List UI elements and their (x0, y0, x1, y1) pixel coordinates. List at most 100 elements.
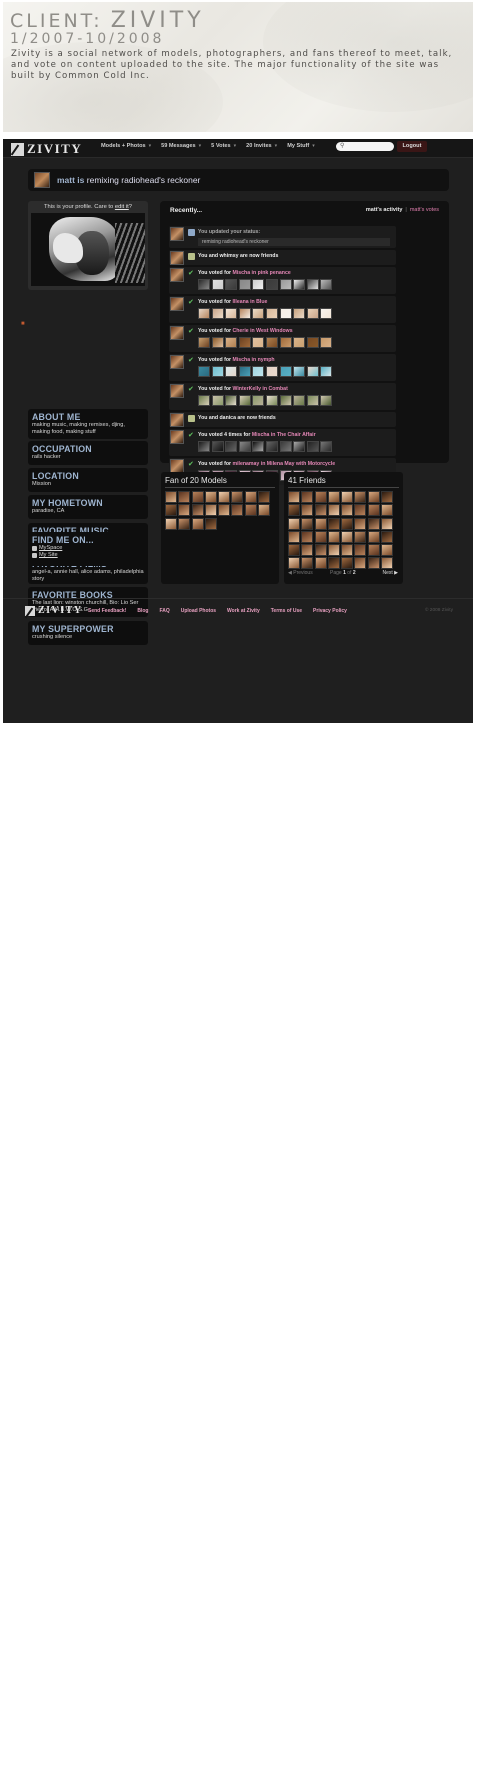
photo-thumbnail[interactable] (320, 308, 333, 319)
avatar[interactable] (170, 413, 184, 427)
friend-thumbnail[interactable] (354, 504, 367, 517)
model-thumbnail[interactable] (178, 517, 191, 530)
avatar[interactable] (170, 268, 184, 282)
model-thumbnail[interactable] (244, 491, 257, 503)
friend-thumbnail[interactable] (327, 517, 340, 530)
photo-thumbnail[interactable] (279, 441, 292, 452)
zivity-logo[interactable]: ZIVITY (11, 141, 82, 156)
previous-page-button[interactable]: ◀ Previous (288, 570, 313, 576)
voted-model-link[interactable]: Mischa in The Chair Affair (252, 432, 316, 438)
photo-thumbnail[interactable] (198, 308, 210, 319)
photo-thumbnail[interactable] (252, 395, 265, 406)
photo-thumbnail[interactable] (320, 395, 333, 406)
friend-thumbnail[interactable] (367, 504, 380, 517)
photo-thumbnail[interactable] (211, 337, 224, 348)
friend-thumbnail[interactable] (327, 557, 340, 570)
friend-thumbnail[interactable] (288, 491, 300, 503)
photo-thumbnail[interactable] (265, 441, 278, 452)
nav-item[interactable]: 20 Invites ▾ (246, 143, 277, 149)
friend-thumbnail[interactable] (288, 517, 300, 530)
footer-link[interactable]: Send Feedback! (88, 608, 126, 614)
photo-thumbnail[interactable] (238, 337, 251, 348)
photo-thumbnail[interactable] (293, 395, 306, 406)
friend-thumbnail[interactable] (354, 517, 367, 530)
photo-thumbnail[interactable] (320, 366, 333, 377)
photo-thumbnail[interactable] (306, 337, 319, 348)
photo-thumbnail[interactable] (293, 441, 306, 452)
friend-thumbnail[interactable] (327, 530, 340, 543)
avatar[interactable] (170, 355, 184, 369)
friend-thumbnail[interactable] (327, 504, 340, 517)
friend-thumbnail[interactable] (354, 557, 367, 570)
photo-thumbnail[interactable] (265, 308, 278, 319)
friend-thumbnail[interactable] (301, 517, 314, 530)
model-thumbnail[interactable] (244, 504, 257, 517)
photo-thumbnail[interactable] (265, 366, 278, 377)
friend-thumbnail[interactable] (341, 491, 354, 503)
nav-item[interactable]: 5 Votes ▾ (211, 143, 236, 149)
footer-link[interactable]: Terms of Use (271, 608, 302, 614)
friend-thumbnail[interactable] (314, 504, 327, 517)
friend-thumbnail[interactable] (327, 491, 340, 503)
photo-thumbnail[interactable] (252, 441, 265, 452)
photo-thumbnail[interactable] (293, 366, 306, 377)
photo-thumbnail[interactable] (238, 441, 251, 452)
photo-thumbnail[interactable] (211, 366, 224, 377)
model-thumbnail[interactable] (165, 491, 177, 503)
model-thumbnail[interactable] (218, 491, 231, 503)
find-me-mysite[interactable]: My Site (32, 552, 144, 559)
avatar[interactable] (170, 459, 184, 473)
friend-thumbnail[interactable] (367, 557, 380, 570)
avatar[interactable] (170, 430, 184, 444)
find-me-myspace[interactable]: MySpace (32, 545, 144, 552)
photo-thumbnail[interactable] (238, 395, 251, 406)
photo-thumbnail[interactable] (211, 441, 224, 452)
photo-thumbnail[interactable] (225, 395, 238, 406)
photo-thumbnail[interactable] (225, 308, 238, 319)
photo-thumbnail[interactable] (293, 279, 306, 290)
photo-thumbnail[interactable] (198, 279, 210, 290)
photo-thumbnail[interactable] (306, 279, 319, 290)
photo-thumbnail[interactable] (306, 366, 319, 377)
friend-thumbnail[interactable] (354, 491, 367, 503)
model-thumbnail[interactable] (191, 517, 204, 530)
voted-model-link[interactable]: Mischa in pink penance (233, 270, 291, 276)
model-thumbnail[interactable] (165, 517, 177, 530)
photo-thumbnail[interactable] (306, 441, 319, 452)
friend-thumbnail[interactable] (367, 491, 380, 503)
profile-photo[interactable] (31, 213, 145, 286)
friend-thumbnail[interactable] (288, 530, 300, 543)
photo-thumbnail[interactable] (252, 279, 265, 290)
tab-matts-votes[interactable]: matt's votes (410, 207, 439, 213)
photo-thumbnail[interactable] (225, 279, 238, 290)
friend-thumbnail[interactable] (314, 491, 327, 503)
voted-model-link[interactable]: Illeana in Blue (233, 299, 268, 305)
footer-link[interactable]: Upload Photos (181, 608, 216, 614)
friend-thumbnail[interactable] (381, 517, 394, 530)
photo-thumbnail[interactable] (198, 395, 210, 406)
search-input[interactable]: ⚲ (336, 142, 394, 151)
photo-thumbnail[interactable] (320, 337, 333, 348)
avatar[interactable] (170, 384, 184, 398)
model-thumbnail[interactable] (204, 517, 217, 530)
voted-model-link[interactable]: milenamay in Milena May with Motorcycle (233, 461, 336, 467)
model-thumbnail[interactable] (218, 504, 231, 517)
footer-logo[interactable]: ZIVITY (25, 605, 83, 616)
edit-profile-link[interactable]: edit it (115, 204, 129, 210)
next-page-button[interactable]: Next ▶ (382, 570, 398, 576)
photo-thumbnail[interactable] (293, 337, 306, 348)
photo-thumbnail[interactable] (265, 279, 278, 290)
photo-thumbnail[interactable] (225, 441, 238, 452)
photo-thumbnail[interactable] (320, 279, 333, 290)
friend-thumbnail[interactable] (341, 517, 354, 530)
nav-item[interactable]: 59 Messages ▾ (161, 143, 201, 149)
photo-thumbnail[interactable] (279, 337, 292, 348)
footer-link[interactable]: Work at Zivity (227, 608, 260, 614)
avatar[interactable] (170, 326, 184, 340)
friend-thumbnail[interactable] (381, 530, 394, 543)
friend-thumbnail[interactable] (288, 504, 300, 517)
friend-thumbnail[interactable] (301, 491, 314, 503)
friend-thumbnail[interactable] (301, 530, 314, 543)
friend-thumbnail[interactable] (381, 557, 394, 570)
avatar[interactable] (170, 297, 184, 311)
